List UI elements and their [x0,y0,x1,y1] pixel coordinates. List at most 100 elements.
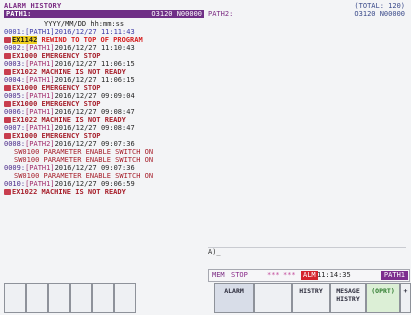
alarm-code: EX1000 [12,132,38,140]
status-operation: STOP [231,271,248,279]
softkey-label [255,284,291,287]
alarm-text: EMERGENCY STOP [37,132,101,140]
log-entry-row[interactable]: 0010:[PATH1]2016/12/27 09:06:59 [4,180,204,188]
sub-message-text: SW0100 PARAMETER ENABLE SWITCH ON [14,148,154,156]
sub-message-row[interactable]: SW0100 PARAMETER ENABLE SWITCH ON [4,156,204,164]
sub-message-text: SW0100 PARAMETER ENABLE SWITCH ON [14,172,154,180]
softkey-blank-4[interactable] [70,283,92,313]
cnc-alarm-history-screen: ALARM HISTORY (TOTAL: 120) PATH1: O3120 … [0,0,411,315]
entry-datetime: 2016/12/27 09:08:47 [54,108,135,116]
entry-datetime: 2016/12/27 11:06:15 [54,60,135,68]
softkey-label: + [403,287,408,295]
entry-path: [PATH1] [25,44,55,52]
alarm-text: REWIND TO TOP OF PROGRAM [37,36,143,44]
sub-message-row[interactable]: SW0100 PARAMETER ENABLE SWITCH ON [4,172,204,180]
entry-index: 0006: [4,108,26,116]
path2-program: O3120 N00000 [354,10,405,18]
softkey-alarm[interactable]: ALARM [214,283,254,313]
entry-datetime: 2016/12/27 11:06:15 [54,76,135,84]
alarm-code: EX1022 [12,116,38,124]
alarm-text: EMERGENCY STOP [37,52,101,60]
softkey-label [93,284,113,287]
softkey-mesage-histry[interactable]: MESAGE HISTRY [330,283,366,313]
softkey-blank-3[interactable] [48,283,70,313]
entry-path: [PATH1] [25,164,55,172]
alarm-message-row[interactable]: EX1000 EMERGENCY STOP [4,84,204,92]
sub-message-text: SW0100 PARAMETER ENABLE SWITCH ON [14,156,154,164]
path2-label: PATH2: [208,10,234,18]
alarm-message-row[interactable]: EX1022 MACHINE IS NOT READY [4,68,204,76]
log-entry-row[interactable]: 0007:[PATH1]2016/12/27 09:08:47 [4,124,204,132]
log-entry-row[interactable]: 0005:[PATH1]2016/12/27 09:09:04 [4,92,204,100]
entry-path: [PATH1] [25,60,55,68]
softkey-oprt[interactable]: (OPRT) [366,283,400,313]
alarm-icon [4,133,11,139]
entry-index: 0009: [4,164,26,172]
alarm-text: MACHINE IS NOT READY [37,188,126,196]
total-count: (TOTAL: 120) [354,2,405,10]
softkey-label: (OPRT) [371,287,395,295]
alarm-icon [4,101,11,107]
softkey-blank-5[interactable] [92,283,114,313]
entry-index: 0007: [4,124,26,132]
status-bar: MEM STOP *** *** ALM 11:14:35 PATH1 [208,269,410,282]
alarm-text: MACHINE IS NOT READY [37,116,126,124]
alarm-icon [4,117,11,123]
entry-path: [PATH1] [25,180,55,188]
log-entry-row[interactable]: 0004:[PATH1]2016/12/27 11:06:15 [4,76,204,84]
alarm-text: EMERGENCY STOP [37,100,101,108]
softkey-blank-6[interactable] [114,283,136,313]
status-clock: 11:14:35 [317,271,351,279]
entry-datetime: 2016/12/27 09:07:36 [54,140,135,148]
entry-path: [PATH1] [25,92,55,100]
softkey-histry[interactable]: HISTRY [292,283,330,313]
path1-label: PATH1: [6,10,32,18]
alarm-text: MACHINE IS NOT READY [37,68,126,76]
entry-path: [PATH1] [25,124,55,132]
page-title: ALARM HISTORY [4,2,62,10]
softkey-more[interactable]: + [400,283,411,313]
log-entry-row[interactable]: 0001:[PATH1]2016/12/27 11:11:43 [4,28,204,36]
alarm-message-row[interactable]: EX1000 EMERGENCY STOP [4,100,204,108]
alarm-message-row[interactable]: EX1022 MACHINE IS NOT READY [4,188,204,196]
alarm-icon [4,69,11,75]
log-entry-row[interactable]: 0002:[PATH1]2016/12/27 11:10:43 [4,44,204,52]
alarm-code: EX1000 [12,52,38,60]
softkey-label: MESAGE HISTRY [336,287,360,303]
log-entry-row[interactable]: 0008:[PATH2]2016/12/27 09:07:36 [4,140,204,148]
entry-datetime: 2016/12/27 09:07:36 [54,164,135,172]
alarm-text: EMERGENCY STOP [37,84,101,92]
softkey-label [115,284,135,287]
status-mode: MEM [212,271,225,279]
alarm-message-row[interactable]: EX1142 REWIND TO TOP OF PROGRAM [4,36,204,44]
alarm-message-row[interactable]: EX1000 EMERGENCY STOP [4,52,204,60]
alarm-code: EX1000 [12,100,38,108]
alarm-history-list[interactable]: 0001:[PATH1]2016/12/27 11:11:43 EX1142 RE… [4,28,204,196]
log-entry-row[interactable]: 0006:[PATH1]2016/12/27 09:08:47 [4,108,204,116]
alarm-code: EX1022 [12,68,38,76]
softkey-blank-2[interactable] [26,283,48,313]
alarm-message-row[interactable]: EX1022 MACHINE IS NOT READY [4,116,204,124]
alarm-message-row[interactable]: EX1000 EMERGENCY STOP [4,132,204,140]
log-entry-row[interactable]: 0009:[PATH1]2016/12/27 09:07:36 [4,164,204,172]
key-input-line[interactable]: A)_ [208,247,406,258]
path1-program: O3120 N00000 [151,10,202,18]
entry-index: 0005: [4,92,26,100]
alarm-code: EX1000 [12,84,38,92]
entry-datetime: 2016/12/27 11:11:43 [54,28,135,36]
softkey-label [5,284,25,287]
alarm-icon [4,189,11,195]
alarm-icon [4,53,11,59]
log-entry-row[interactable]: 0003:[PATH1]2016/12/27 11:06:15 [4,60,204,68]
alarm-icon [4,37,11,43]
sub-message-row[interactable]: SW0100 PARAMETER ENABLE SWITCH ON [4,148,204,156]
entry-index: 0004: [4,76,26,84]
entry-path: [PATH1] [25,28,55,36]
alarm-code: EX1022 [12,188,38,196]
softkey-blank-8[interactable] [254,283,292,313]
column-format-header: YYYY/MM/DD hh:mm:ss [44,20,125,28]
entry-index: 0002: [4,44,26,52]
entry-datetime: 2016/12/27 09:08:47 [54,124,135,132]
softkey-label: ALARM [224,287,244,295]
softkey-blank-1[interactable] [4,283,26,313]
